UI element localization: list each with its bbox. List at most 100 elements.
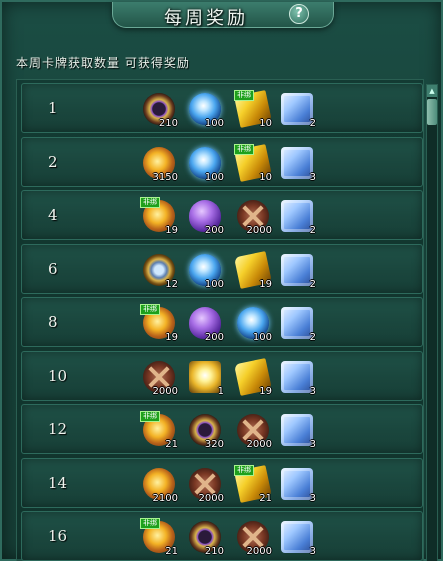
gift-box-icon [281, 521, 313, 553]
item-quantity: 3150 [152, 171, 178, 183]
reward-item[interactable]: 非绑 10 [234, 90, 272, 129]
scrollbar[interactable]: ▲ [426, 84, 438, 561]
reward-row: 6 12 100 19 2 [21, 243, 423, 299]
reward-item[interactable]: 12 [140, 251, 178, 290]
reward-item[interactable]: 320 [186, 411, 224, 450]
item-quantity: 3 [309, 439, 316, 450]
reward-item[interactable]: 100 [186, 144, 224, 183]
gift-box-icon [281, 146, 313, 179]
reward-item[interactable]: 3 [278, 144, 316, 183]
item-quantity: 2 [309, 278, 316, 290]
reward-item[interactable]: 200 [186, 304, 224, 343]
reward-item[interactable]: 100 [186, 90, 224, 129]
item-quantity: 3 [309, 492, 316, 504]
reward-item[interactable]: 2000 [234, 518, 272, 557]
reward-item[interactable]: 1 [186, 358, 224, 397]
item-quantity: 12 [165, 278, 178, 290]
reward-item[interactable]: 2 [278, 251, 316, 290]
gift-box-icon [281, 253, 313, 286]
scroll-thumb[interactable] [427, 99, 437, 125]
card-count-label: 16 [48, 527, 68, 545]
item-quantity: 320 [204, 439, 224, 450]
item-quantity: 2000 [246, 546, 272, 557]
reward-row: 4 非绑 19 200 2000 2 [21, 190, 423, 245]
reward-item[interactable]: 3 [278, 465, 316, 504]
reward-list: 1 210 100 非绑 10 2 2 3150 100 非绑 10 3 4 非绑 19 200 2000 2 6 1… [16, 79, 424, 561]
gift-box-icon [281, 467, 313, 500]
reward-item[interactable]: 19 [234, 357, 272, 397]
item-quantity: 2 [309, 118, 316, 129]
card-count-label: 14 [48, 473, 68, 492]
reward-item[interactable]: 3 [278, 358, 316, 397]
reward-item[interactable]: 2100 [140, 465, 178, 504]
reward-item[interactable]: 非绑 21 [140, 518, 178, 557]
reward-item[interactable]: 2000 [234, 197, 272, 236]
gift-box-icon [281, 414, 313, 446]
item-quantity: 1 [217, 385, 224, 397]
item-quantity: 2000 [246, 225, 272, 236]
gift-box-icon [281, 93, 313, 125]
item-quantity: 10 [259, 118, 272, 129]
gift-box-icon [281, 200, 313, 232]
reward-item[interactable]: 3150 [140, 144, 178, 183]
item-quantity: 3 [309, 546, 316, 557]
item-quantity: 200 [204, 225, 224, 236]
item-quantity: 19 [259, 385, 272, 397]
card-count-label: 2 [48, 152, 58, 171]
item-quantity: 19 [165, 332, 178, 343]
card-count-label: 4 [48, 206, 58, 224]
reward-item[interactable]: 非绑 19 [140, 197, 178, 236]
reward-item[interactable]: 2 [278, 90, 316, 129]
reward-row: 1 210 100 非绑 10 2 [21, 83, 423, 138]
reward-item[interactable]: 2000 [140, 358, 178, 397]
unbound-tag: 非绑 [140, 197, 160, 208]
reward-item[interactable]: 非绑 21 [140, 411, 178, 450]
card-count-label: 6 [48, 259, 58, 278]
item-quantity: 21 [259, 492, 272, 504]
reward-item[interactable]: 非绑 10 [234, 143, 272, 183]
reward-item[interactable]: 2 [278, 304, 316, 343]
reward-row: 12 非绑 21 320 2000 3 [21, 404, 423, 459]
item-quantity: 100 [204, 171, 224, 183]
item-quantity: 10 [259, 171, 272, 183]
page-title: 每周奖励 [164, 8, 248, 29]
sun-book-icon [189, 360, 221, 393]
reward-row: 16 非绑 21 210 2000 3 [21, 511, 423, 561]
gift-box-icon [281, 360, 313, 393]
reward-row: 10 2000 1 19 3 [21, 350, 423, 406]
help-button[interactable]: ? [289, 4, 309, 24]
reward-item[interactable]: 100 [234, 304, 272, 343]
item-quantity: 2000 [198, 492, 224, 504]
reward-item[interactable]: 非绑 19 [140, 304, 178, 343]
item-quantity: 19 [165, 225, 178, 236]
item-quantity: 21 [165, 439, 178, 450]
reward-item[interactable]: 3 [278, 411, 316, 450]
reward-row: 8 非绑 19 200 100 2 [21, 297, 423, 352]
reward-item[interactable]: 210 [186, 518, 224, 557]
reward-item[interactable]: 100 [186, 251, 224, 290]
item-quantity: 210 [204, 546, 224, 557]
item-quantity: 2000 [152, 385, 178, 397]
item-quantity: 100 [252, 332, 272, 343]
item-quantity: 2000 [246, 439, 272, 450]
reward-item[interactable]: 2 [278, 197, 316, 236]
reward-item[interactable]: 2000 [234, 411, 272, 450]
unbound-tag: 非绑 [234, 90, 254, 101]
item-quantity: 19 [259, 278, 272, 290]
reward-item[interactable]: 非绑 21 [234, 464, 272, 504]
reward-item[interactable]: 200 [186, 197, 224, 236]
scroll-up-arrow-icon[interactable]: ▲ [427, 85, 437, 97]
reward-row: 2 3150 100 非绑 10 3 [21, 136, 423, 192]
item-quantity: 3 [309, 385, 316, 397]
item-quantity: 2 [309, 225, 316, 236]
card-count-label: 1 [48, 99, 58, 117]
item-quantity: 100 [204, 278, 224, 290]
item-quantity: 2 [309, 332, 316, 343]
reward-item[interactable]: 3 [278, 518, 316, 557]
weekly-reward-panel: 每周奖励 ? 本周卡牌获取数量 可获得奖励 1 210 100 非绑 10 2 2 3150 1… [0, 0, 443, 561]
reward-item[interactable]: 210 [140, 90, 178, 129]
gift-box-icon [281, 307, 313, 339]
reward-item[interactable]: 19 [234, 250, 272, 290]
reward-item[interactable]: 2000 [186, 465, 224, 504]
item-quantity: 2100 [152, 492, 178, 504]
